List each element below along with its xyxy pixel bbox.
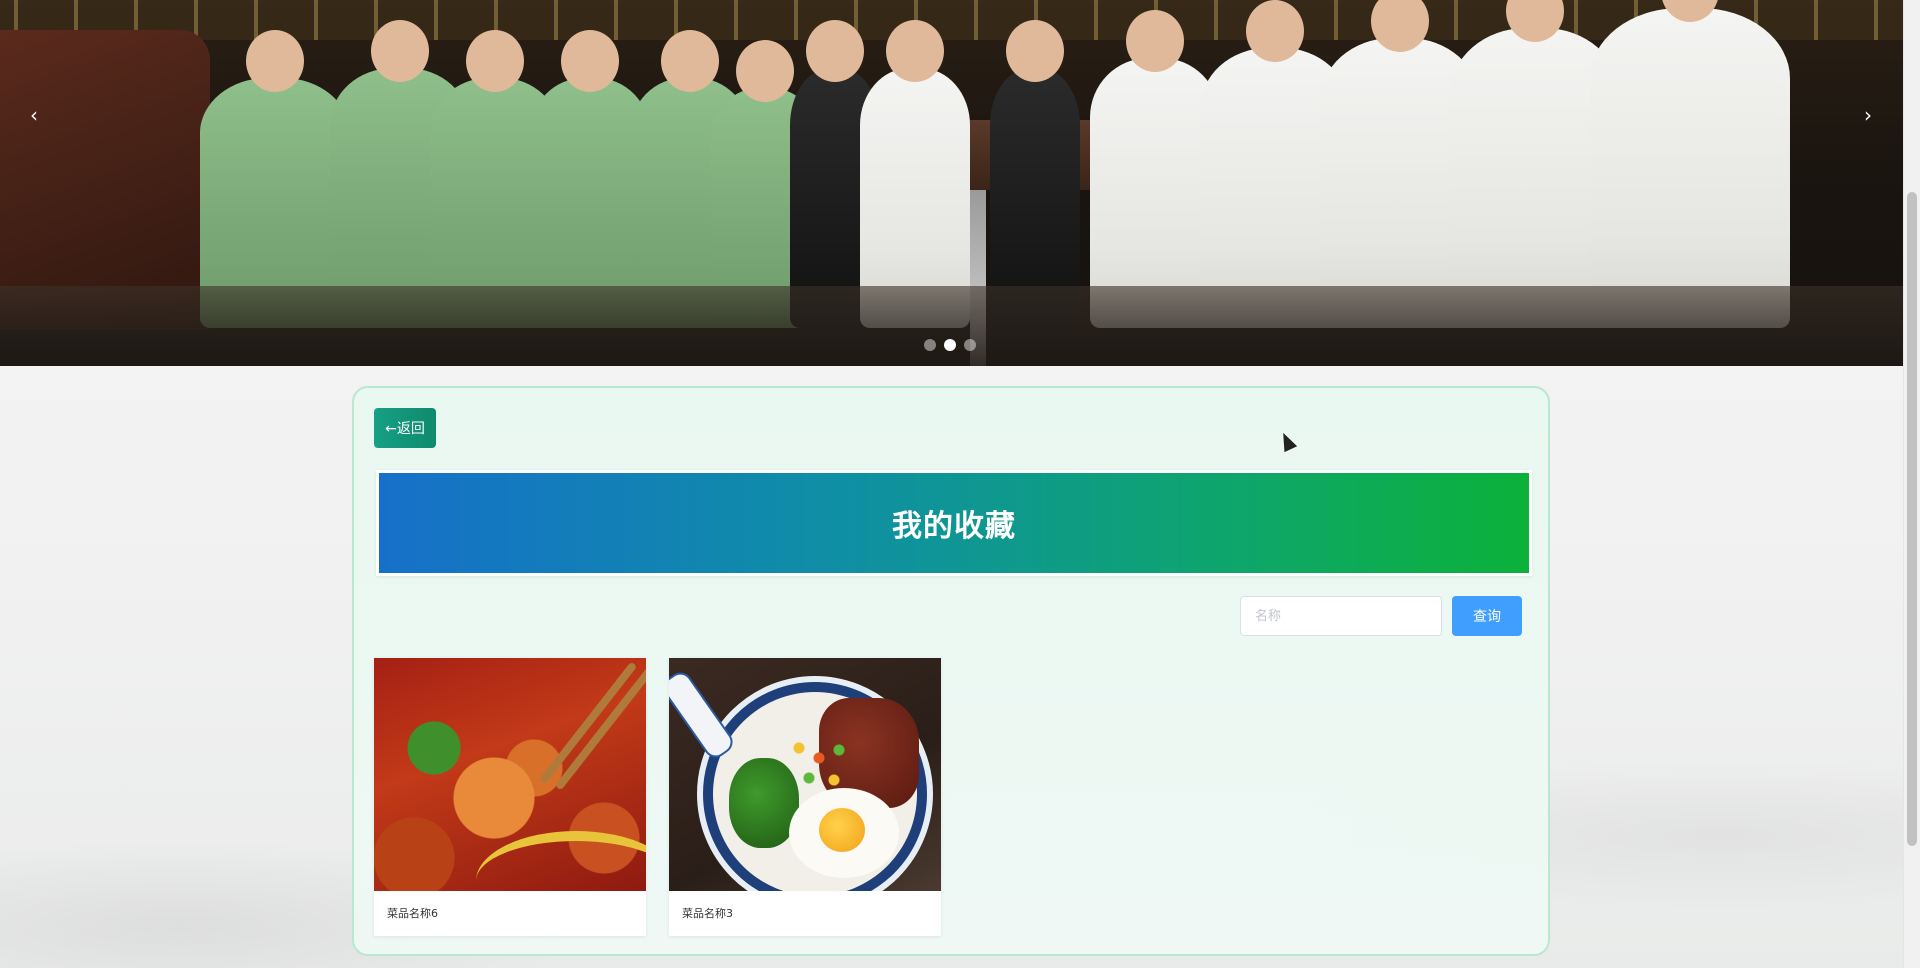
hero-floor — [0, 286, 1904, 366]
hero-carousel: ‹ › — [0, 0, 1904, 366]
egg-yolk — [819, 808, 865, 852]
hero-booth — [0, 30, 210, 330]
dish-name: 菜品名称3 — [682, 907, 733, 920]
favorite-card[interactable]: 菜品名称6 — [374, 658, 646, 936]
carousel-dot-1[interactable] — [924, 339, 936, 351]
carousel-dot-3[interactable] — [964, 339, 976, 351]
scrollbar-thumb[interactable] — [1907, 192, 1917, 846]
back-button[interactable]: ←返回 — [374, 408, 436, 448]
carousel-indicators — [924, 339, 976, 351]
chopstick — [554, 667, 646, 791]
carousel-next-icon[interactable]: › — [1856, 103, 1880, 127]
dish-name: 菜品名称6 — [387, 907, 438, 920]
page-title: 我的收藏 — [892, 509, 1016, 544]
favorites-panel: ←返回 我的收藏 查询 菜品名称6 菜品名称3 — [352, 386, 1550, 956]
page-title-banner: 我的收藏 — [376, 470, 1532, 576]
dish-image — [374, 658, 646, 891]
carousel-prev-icon[interactable]: ‹ — [22, 103, 46, 127]
search-name-input[interactable] — [1240, 596, 1442, 636]
favorite-card[interactable]: 菜品名称3 — [669, 658, 941, 936]
carousel-dot-2[interactable] — [944, 339, 956, 351]
chopstick — [538, 661, 638, 785]
page-scrollbar[interactable] — [1903, 0, 1920, 968]
dish-image — [669, 658, 941, 891]
search-button[interactable]: 查询 — [1452, 596, 1522, 636]
hero-staff-figure — [1590, 0, 1790, 328]
bowl-rim — [476, 831, 646, 891]
